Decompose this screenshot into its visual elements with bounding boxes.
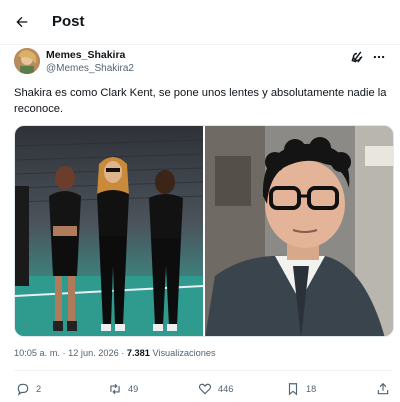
photo-man-glasses[interactable] [205,126,393,336]
views-label: Visualizaciones [149,348,216,358]
action-bar: 2 49 446 18 [14,380,392,398]
repost-button[interactable]: 49 [108,380,138,398]
share-button[interactable] [376,380,390,398]
repost-icon [110,383,120,395]
photo-shakira-dancers[interactable] [15,126,204,336]
page-title: Post [52,13,85,30]
bookmark-icon [288,383,298,396]
post-date[interactable]: 12 jun. 2026 [68,348,119,358]
like-button[interactable]: 446 [198,380,233,398]
grok-icon[interactable] [350,50,364,64]
share-icon [377,382,389,395]
reply-count: 2 [36,384,42,394]
post-media[interactable] [14,125,394,337]
post-author: Memes_Shakira @Memes_Shakira2 [14,48,386,78]
back-arrow-icon [16,16,28,28]
top-bar: Post [0,0,400,44]
repost-count: 49 [128,384,139,394]
more-options-icon[interactable] [372,50,386,64]
user-handle[interactable]: @Memes_Shakira2 [46,62,134,75]
views-count: 7.381 [126,348,150,358]
divider [0,44,400,45]
bookmark-button[interactable]: 18 [286,380,316,398]
meta-separator: · [118,348,127,358]
like-count: 446 [218,384,234,394]
post-meta: 10:05 a. m. · 12 jun. 2026 · 7.381 Visua… [14,348,216,358]
bookmark-count: 18 [306,384,317,394]
heart-icon [198,383,212,395]
reply-button[interactable]: 2 [16,380,41,398]
post-time[interactable]: 10:05 a. m. [14,348,60,358]
meta-separator: · [59,348,69,358]
reply-icon [17,383,29,396]
divider [14,370,392,371]
post-text: Shakira es como Clark Kent, se pone unos… [14,87,387,115]
display-name[interactable]: Memes_Shakira [46,49,134,62]
avatar[interactable] [14,48,40,74]
back-button[interactable] [10,10,34,34]
